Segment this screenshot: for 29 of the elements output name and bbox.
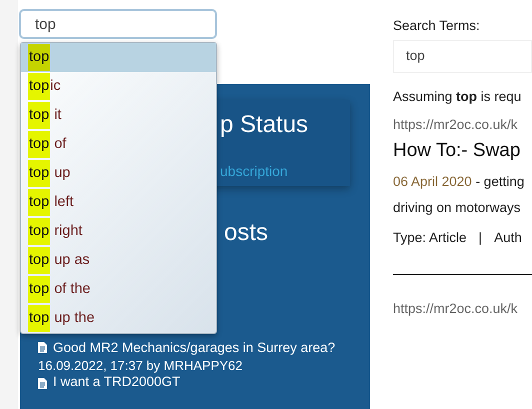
suggestion-item[interactable]: top up the xyxy=(21,304,216,333)
result-url: https://mr2oc.co.uk/k xyxy=(393,116,519,134)
post-link[interactable]: Good MR2 Mechanics/garages in Surrey area? xyxy=(53,338,336,358)
suggestion-item[interactable]: top xyxy=(21,43,216,72)
suggestion-item[interactable]: topic xyxy=(21,72,216,101)
result-type: Type: Article xyxy=(393,229,467,247)
suggestion-item[interactable]: top left xyxy=(21,188,216,217)
document-icon xyxy=(38,378,47,390)
suggestion-item[interactable]: top of xyxy=(21,130,216,159)
suggestion-item[interactable]: top of the xyxy=(21,275,216,304)
suggestion-item[interactable]: top up xyxy=(21,159,216,188)
assumption-text: Assuming top is requ xyxy=(393,88,522,106)
field-label: Search Terms: xyxy=(393,17,481,35)
search-field[interactable]: top xyxy=(19,9,217,39)
card-title: p Status xyxy=(220,111,308,138)
suggestion-item[interactable]: top up as xyxy=(21,246,216,275)
result-snippet: driving on motorways xyxy=(393,198,522,217)
document-icon xyxy=(38,342,47,354)
result-url: https://mr2oc.co.uk/k xyxy=(393,300,519,318)
separator: | xyxy=(478,229,482,247)
post-link[interactable]: I want a TRD2000GT xyxy=(53,374,180,390)
suggestion-item[interactable]: top it xyxy=(21,101,216,130)
search-terms-field[interactable]: top xyxy=(393,40,532,72)
section-title: osts xyxy=(224,219,268,246)
result-title[interactable]: How To:- Swap xyxy=(393,137,532,166)
suggestion-item[interactable]: top right xyxy=(21,217,216,246)
result-snippet: 06 April 2020 - getting xyxy=(393,172,526,191)
post-meta: 16.09.2022, 17:37 by MRHAPPY62 xyxy=(38,357,244,374)
result-author: Auth xyxy=(494,229,522,247)
